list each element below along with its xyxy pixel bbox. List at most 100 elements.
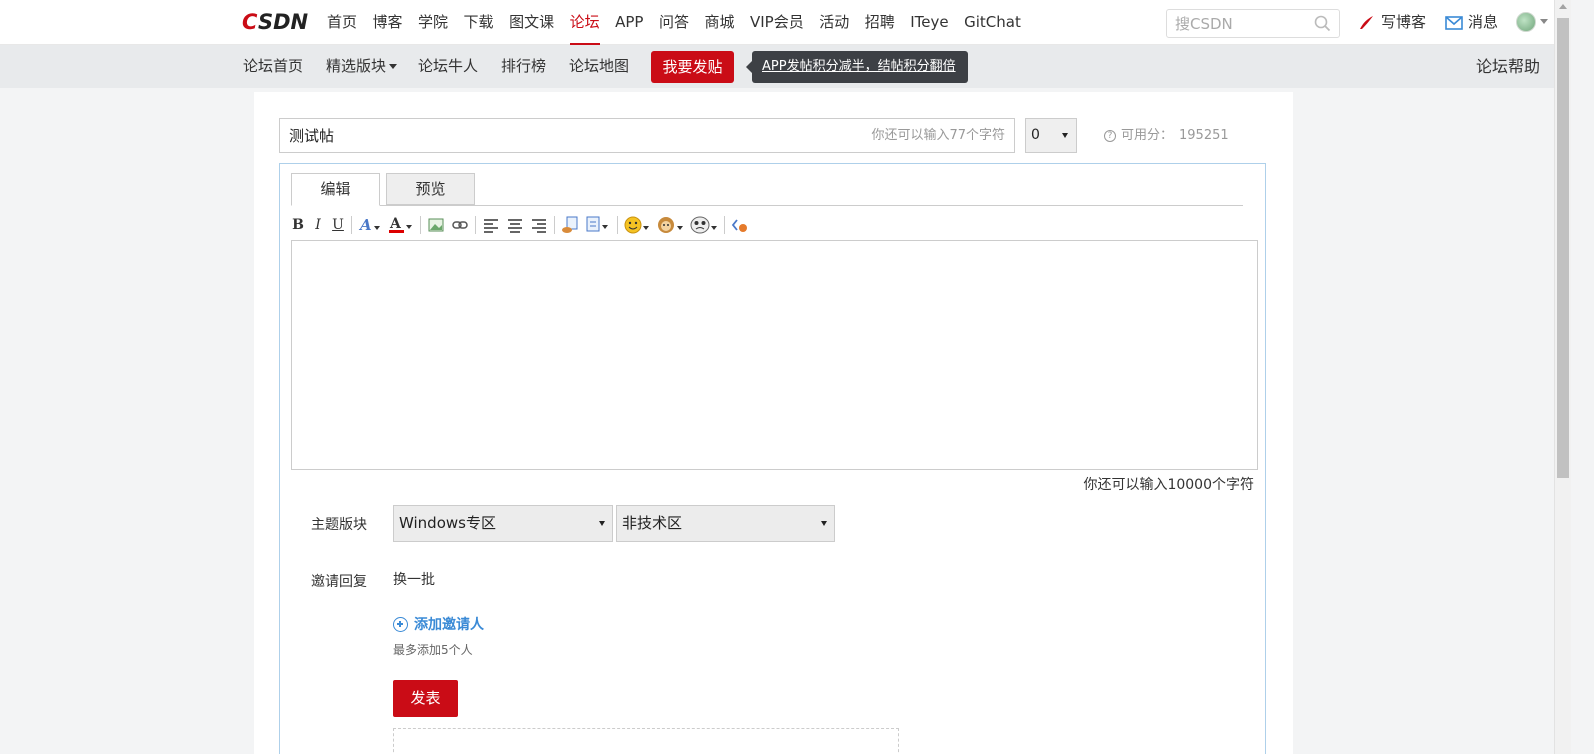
tab-edit[interactable]: 编辑 bbox=[291, 173, 380, 206]
write-blog-label: 写博客 bbox=[1381, 13, 1427, 31]
align-center-icon[interactable] bbox=[506, 214, 524, 236]
source-code-icon[interactable] bbox=[731, 214, 749, 236]
board-secondary-value: 非技术区 bbox=[622, 514, 683, 532]
subnav-forum-map[interactable]: 论坛地图 bbox=[569, 45, 629, 88]
nav-item-4[interactable]: 图文课 bbox=[509, 0, 554, 45]
search-icon[interactable] bbox=[1314, 15, 1331, 32]
svg-text:SDN: SDN bbox=[258, 11, 309, 33]
editor-toolbar: B I U A A bbox=[291, 213, 755, 237]
align-left-icon[interactable] bbox=[482, 214, 500, 236]
page-scrollbar[interactable] bbox=[1554, 0, 1571, 754]
main-nav: 首页 博客 学院 下载 图文课 论坛 APP 问答 商城 VIP会员 活动 招聘 ITeye GitCha… bbox=[327, 0, 1036, 45]
nav-item-13[interactable]: GitChat bbox=[964, 0, 1021, 45]
mail-icon bbox=[1445, 15, 1463, 30]
editor-container: 编辑 预览 B I U A A 你还可以输入10000个字符 主题版块 Wind… bbox=[279, 163, 1266, 754]
post-body-editor[interactable] bbox=[291, 240, 1258, 470]
toolbar-divider bbox=[475, 216, 476, 234]
emoji-monkey-icon[interactable] bbox=[656, 214, 684, 236]
usable-score: ? 可用分： 195251 bbox=[1104, 118, 1229, 153]
board-primary-value: Windows专区 bbox=[399, 514, 496, 532]
align-right-icon[interactable] bbox=[530, 214, 548, 236]
title-char-count: 你还可以输入77个字符 bbox=[871, 128, 1005, 143]
nav-item-7[interactable]: 问答 bbox=[659, 0, 689, 45]
score-select[interactable]: 0 bbox=[1025, 118, 1077, 153]
board-primary-select[interactable]: Windows专区 bbox=[393, 505, 613, 542]
emoji-smile-icon[interactable] bbox=[624, 214, 650, 236]
caret-down-icon bbox=[599, 521, 605, 526]
nav-item-3[interactable]: 下载 bbox=[464, 0, 494, 45]
insert-code-icon[interactable] bbox=[585, 214, 611, 236]
usable-score-label: 可用分： bbox=[1121, 128, 1174, 143]
toolbar-divider bbox=[724, 216, 725, 234]
underline-icon[interactable]: U bbox=[331, 214, 345, 236]
top-nav: C SDN 首页 博客 学院 下载 图文课 论坛 APP 问答 商城 VIP会员 活动 招聘 ITeye… bbox=[0, 0, 1554, 45]
svg-text:A: A bbox=[389, 216, 402, 232]
nav-item-0[interactable]: 首页 bbox=[327, 0, 357, 45]
subnav-ranking[interactable]: 排行榜 bbox=[501, 45, 546, 88]
subnav-forum-home[interactable]: 论坛首页 bbox=[243, 45, 303, 88]
body-char-count: 你还可以输入10000个字符 bbox=[1083, 477, 1254, 493]
caret-down-icon bbox=[821, 521, 827, 526]
caret-down-icon bbox=[1062, 133, 1068, 138]
scroll-up-arrow-icon[interactable] bbox=[1559, 4, 1567, 9]
chevron-down-icon[interactable] bbox=[1540, 19, 1548, 24]
csdn-logo[interactable]: C SDN bbox=[242, 11, 316, 33]
search-input[interactable] bbox=[1167, 10, 1307, 37]
font-style-icon[interactable]: A bbox=[358, 214, 382, 236]
italic-icon[interactable]: I bbox=[311, 214, 325, 236]
submit-button[interactable]: 发表 bbox=[393, 680, 458, 717]
subnav-featured-boards[interactable]: 精选版块 bbox=[326, 45, 398, 88]
refresh-invitees-link[interactable]: 换一批 bbox=[393, 569, 435, 589]
plus-circle-icon bbox=[393, 616, 408, 632]
toolbar-divider bbox=[351, 216, 352, 234]
subnav-featured-label: 精选版块 bbox=[326, 57, 387, 75]
write-blog-link[interactable]: 写博客 bbox=[1358, 0, 1426, 45]
invitee-list-area bbox=[393, 728, 899, 754]
nav-item-10[interactable]: 活动 bbox=[819, 0, 849, 45]
link-icon[interactable] bbox=[451, 214, 469, 236]
search-box bbox=[1166, 9, 1340, 38]
editor-tabs: 编辑 预览 bbox=[291, 173, 1243, 206]
nav-item-5[interactable]: 论坛 bbox=[569, 0, 600, 45]
emoji-face-icon[interactable] bbox=[690, 214, 718, 236]
forum-help-link[interactable]: 论坛帮助 bbox=[1476, 45, 1540, 88]
image-icon[interactable] bbox=[427, 214, 445, 236]
nav-item-12[interactable]: ITeye bbox=[910, 0, 948, 45]
nav-item-9[interactable]: VIP会员 bbox=[750, 0, 804, 45]
svg-text:A: A bbox=[358, 216, 372, 234]
new-post-button[interactable]: 我要发贴 bbox=[651, 51, 734, 83]
font-color-icon[interactable]: A bbox=[388, 214, 414, 236]
score-value: 0 bbox=[1031, 127, 1040, 143]
subnav-experts[interactable]: 论坛牛人 bbox=[418, 45, 478, 88]
title-input[interactable] bbox=[280, 119, 840, 152]
nav-item-11[interactable]: 招聘 bbox=[865, 0, 895, 45]
nav-item-8[interactable]: 商城 bbox=[704, 0, 734, 45]
code-icon[interactable] bbox=[561, 214, 579, 236]
messages-label: 消息 bbox=[1468, 13, 1499, 31]
nav-item-6[interactable]: APP bbox=[615, 0, 643, 45]
caret-down-icon bbox=[389, 64, 398, 69]
pen-icon bbox=[1360, 15, 1373, 29]
messages-link[interactable]: 消息 bbox=[1445, 0, 1498, 45]
svg-text:C: C bbox=[242, 11, 258, 33]
bold-icon[interactable]: B bbox=[291, 214, 305, 236]
max-invitees-hint: 最多添加5个人 bbox=[393, 643, 473, 657]
toolbar-divider bbox=[554, 216, 555, 234]
invite-label: 邀请回复 bbox=[311, 574, 367, 590]
usable-score-value: 195251 bbox=[1179, 128, 1229, 143]
forum-subnav: 论坛首页 精选版块 论坛牛人 排行榜 论坛地图 我要发贴 APP发帖积分减半，结… bbox=[0, 45, 1554, 88]
avatar[interactable] bbox=[1516, 12, 1536, 32]
toolbar-divider bbox=[420, 216, 421, 234]
post-form-panel: 你还可以输入77个字符 0 ? 可用分： 195251 编辑 预览 B I U … bbox=[254, 92, 1293, 754]
promo-tip-link[interactable]: APP发帖积分减半，结帖积分翻倍 bbox=[746, 51, 968, 83]
tab-preview[interactable]: 预览 bbox=[386, 173, 475, 205]
board-label: 主题版块 bbox=[311, 517, 367, 533]
add-invitee-label: 添加邀请人 bbox=[414, 617, 484, 633]
help-icon[interactable]: ? bbox=[1104, 129, 1116, 142]
add-invitee-button[interactable]: 添加邀请人 bbox=[393, 614, 484, 634]
scroll-thumb[interactable] bbox=[1557, 18, 1569, 478]
nav-item-2[interactable]: 学院 bbox=[418, 0, 448, 45]
toolbar-divider bbox=[617, 216, 618, 234]
nav-item-1[interactable]: 博客 bbox=[373, 0, 403, 45]
board-secondary-select[interactable]: 非技术区 bbox=[616, 505, 835, 542]
